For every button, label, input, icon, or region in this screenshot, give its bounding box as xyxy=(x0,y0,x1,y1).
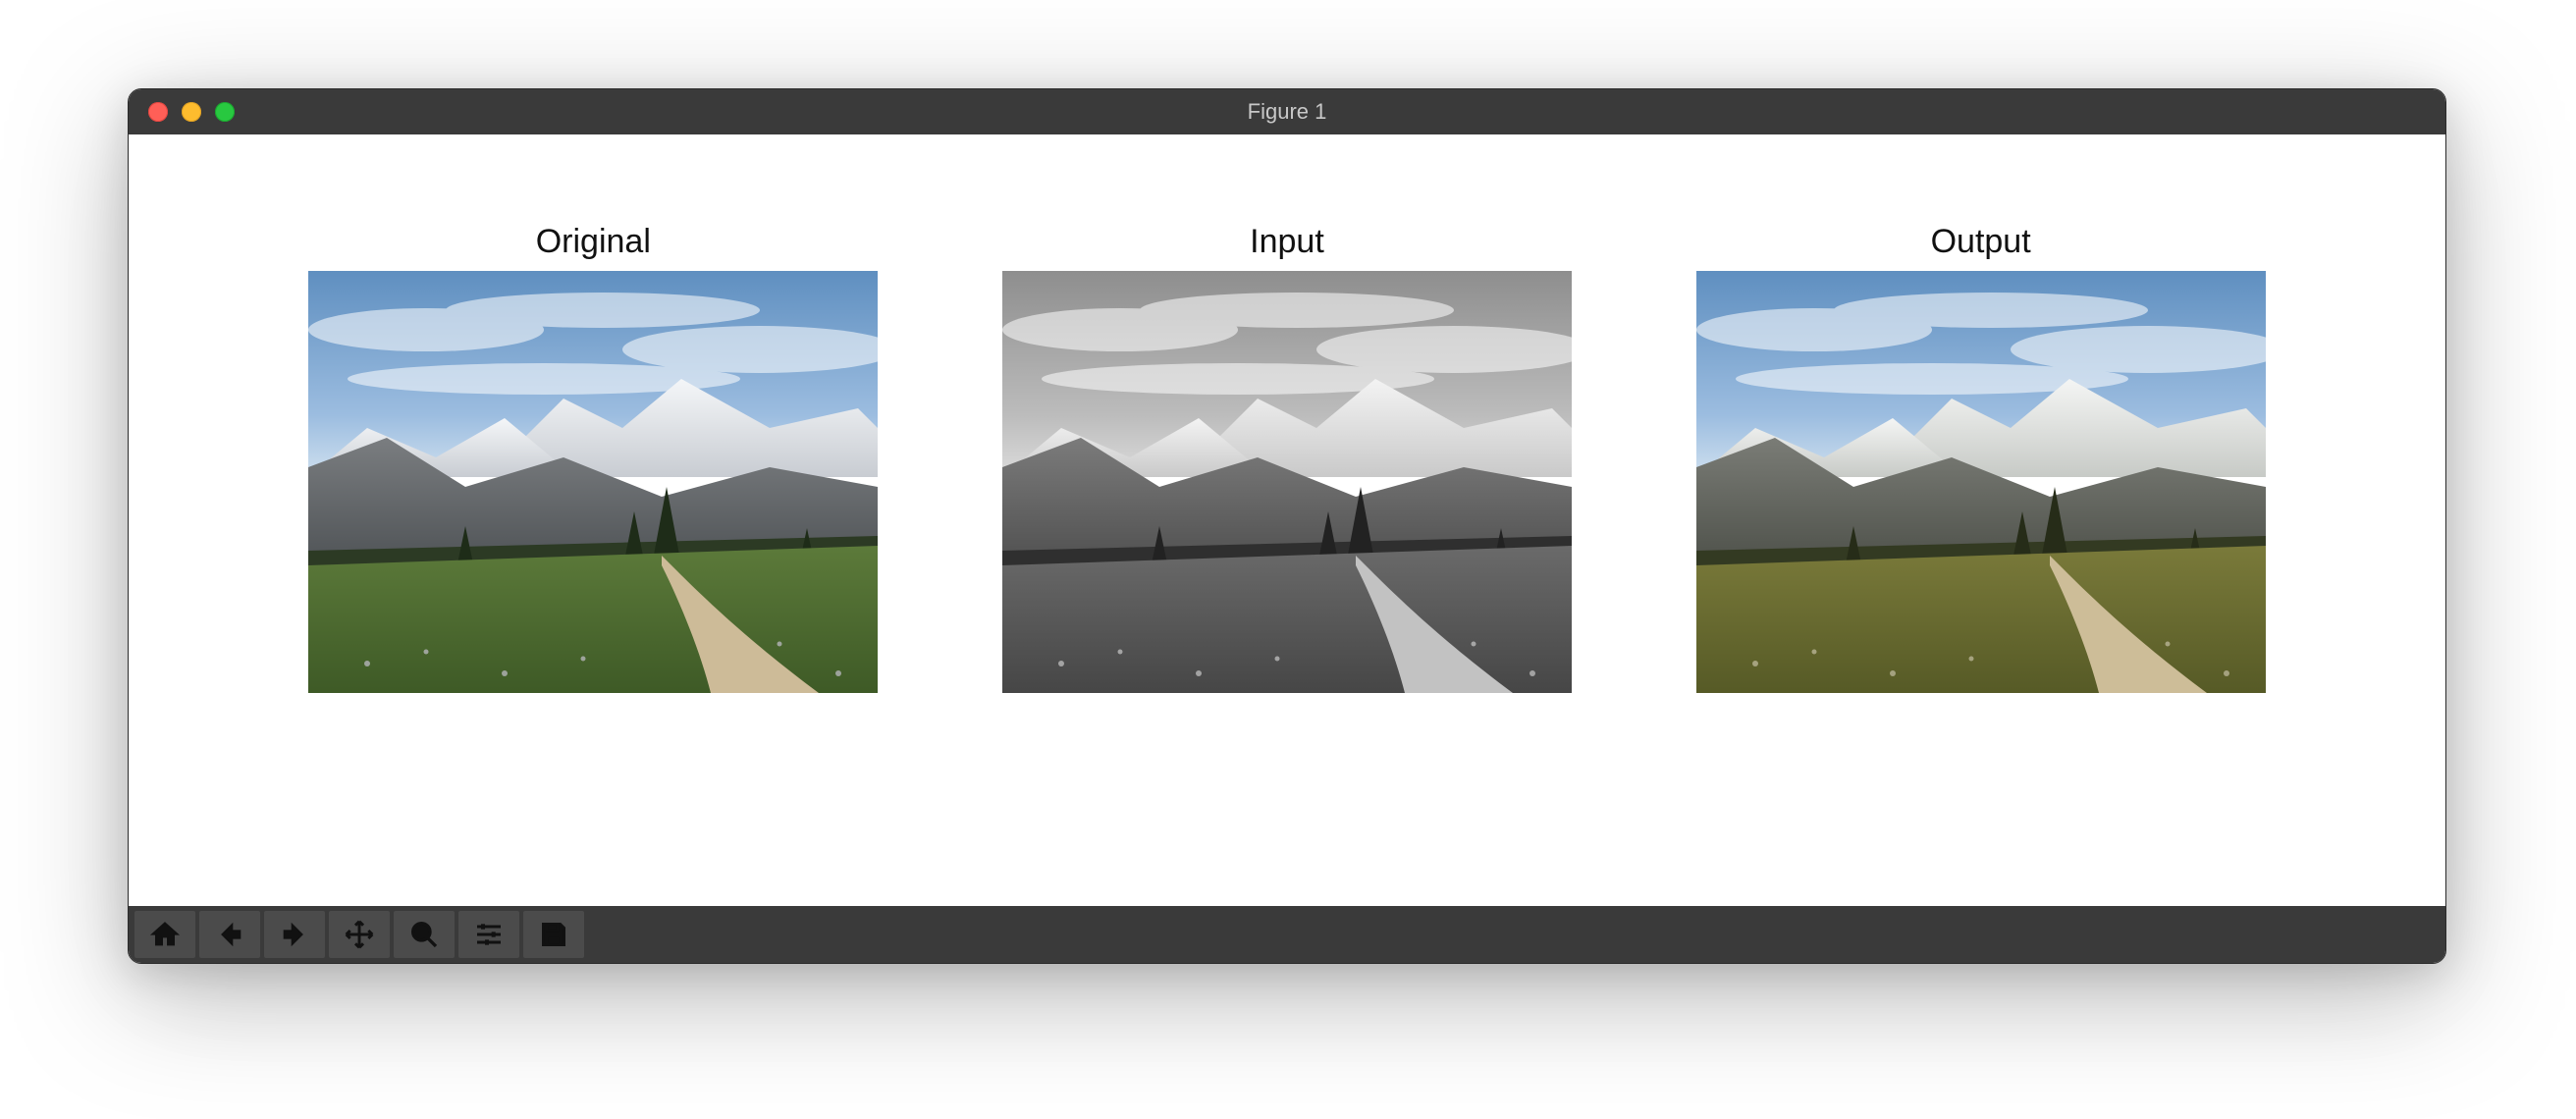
save-icon xyxy=(538,919,569,950)
arrow-right-icon xyxy=(279,919,310,950)
back-button[interactable] xyxy=(199,911,260,958)
subplot-original: Original xyxy=(308,223,878,693)
zoom-button[interactable] xyxy=(394,911,455,958)
subplot-input: Input xyxy=(1002,223,1572,693)
window-controls xyxy=(148,102,235,122)
zoom-window-button[interactable] xyxy=(215,102,235,122)
pan-button[interactable] xyxy=(329,911,390,958)
matplotlib-toolbar xyxy=(129,906,2445,963)
close-window-button[interactable] xyxy=(148,102,168,122)
subplot-image-input xyxy=(1002,271,1572,693)
arrow-left-icon xyxy=(214,919,245,950)
home-icon xyxy=(149,919,181,950)
subplot-title: Input xyxy=(1250,223,1324,261)
forward-button[interactable] xyxy=(264,911,325,958)
subplot-title: Output xyxy=(1931,223,2031,261)
move-icon xyxy=(344,919,375,950)
titlebar: Figure 1 xyxy=(129,89,2445,134)
subplot-image-output xyxy=(1696,271,2266,693)
home-button[interactable] xyxy=(134,911,195,958)
subplot-title: Original xyxy=(536,223,651,261)
figure-canvas[interactable]: Original xyxy=(129,134,2445,906)
figure-window: Figure 1 Original xyxy=(128,88,2446,964)
sliders-icon xyxy=(473,919,505,950)
save-button[interactable] xyxy=(523,911,584,958)
subplot-image-original xyxy=(308,271,878,693)
magnify-icon xyxy=(408,919,440,950)
window-title: Figure 1 xyxy=(129,99,2445,125)
configure-subplots-button[interactable] xyxy=(458,911,519,958)
subplot-output: Output xyxy=(1696,223,2266,693)
minimize-window-button[interactable] xyxy=(182,102,201,122)
